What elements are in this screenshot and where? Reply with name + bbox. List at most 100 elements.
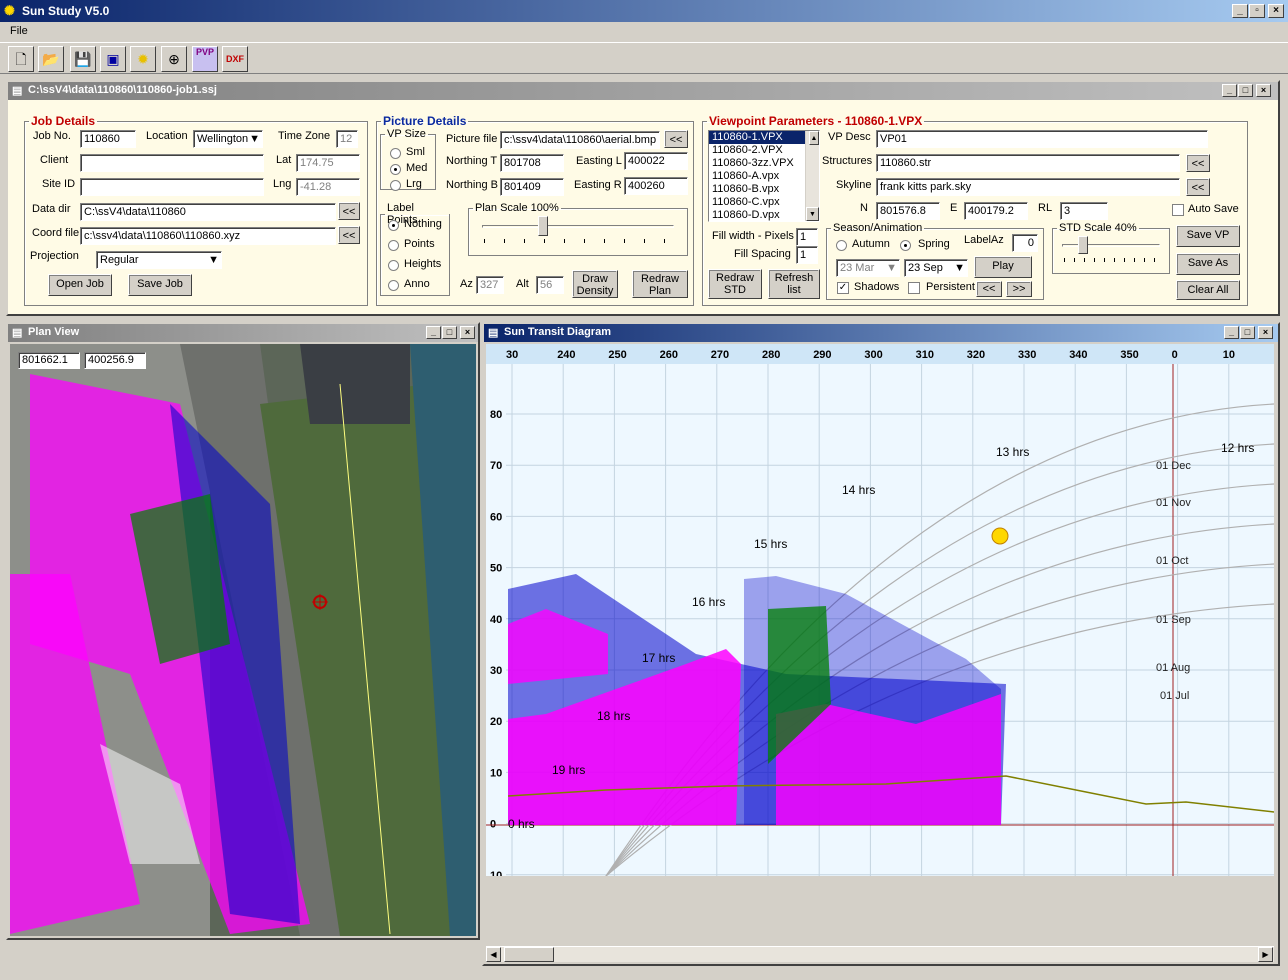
skyline-input[interactable]: frank kitts park.sky bbox=[876, 178, 1180, 196]
plan-close-button[interactable]: × bbox=[460, 326, 475, 339]
northing-t-input[interactable]: 801708 bbox=[500, 154, 564, 172]
projection-select[interactable]: Regular ▼ bbox=[96, 251, 222, 269]
label-points-radio[interactable] bbox=[388, 240, 399, 251]
plan-minimize-button[interactable]: _ bbox=[426, 326, 441, 339]
client-input[interactable] bbox=[80, 154, 264, 172]
skyline-browse-button[interactable]: << bbox=[1186, 178, 1210, 196]
play-button[interactable]: Play bbox=[974, 256, 1032, 278]
vp-size-sml-radio[interactable] bbox=[390, 148, 401, 159]
plan-maximize-button[interactable]: □ bbox=[442, 326, 457, 339]
label-nothing-radio[interactable] bbox=[388, 220, 399, 231]
redraw-std-button[interactable]: Redraw STD bbox=[708, 269, 762, 299]
vp-size-med-radio[interactable] bbox=[390, 164, 401, 175]
vpx-list-scrollbar[interactable]: ▲ ▼ bbox=[805, 131, 819, 221]
maximize-button[interactable]: ▫ bbox=[1249, 4, 1265, 18]
vpx-list-item[interactable]: 110860-B.vpx bbox=[709, 183, 819, 196]
autumn-radio[interactable] bbox=[836, 240, 847, 251]
fill-spacing-input[interactable]: 1 bbox=[796, 246, 818, 264]
dxf-icon[interactable]: DXF bbox=[222, 46, 248, 72]
sun-icon[interactable]: ✹ bbox=[130, 46, 156, 72]
label-anno-radio[interactable] bbox=[388, 280, 399, 291]
job-no-input[interactable]: 110860 bbox=[80, 130, 136, 148]
e-input[interactable]: 400179.2 bbox=[964, 202, 1028, 220]
date2-select[interactable]: 23 Sep ▼ bbox=[904, 259, 968, 277]
coord-file-input[interactable]: c:\ssv4\data\110860\110860.xyz bbox=[80, 227, 336, 245]
save-job-button[interactable]: Save Job bbox=[128, 274, 192, 296]
lat-input[interactable]: 174.75 bbox=[296, 154, 360, 172]
plan-scale-slider[interactable] bbox=[538, 216, 548, 236]
date1-select[interactable]: 23 Mar ▼ bbox=[836, 259, 900, 277]
vpx-file-list[interactable]: 110860-1.VPX 110860-2.VPX 110860-3zz.VPX… bbox=[708, 130, 820, 222]
transit-diagram[interactable]: 30 240 250 260 270 280 290 300 310 320 330 340 350 0 1… bbox=[486, 344, 1281, 882]
minimize-button[interactable]: _ bbox=[1232, 4, 1248, 18]
std-scale-slider[interactable] bbox=[1078, 236, 1088, 254]
transit-maximize-button[interactable]: □ bbox=[1240, 326, 1255, 339]
coord-file-browse-button[interactable]: << bbox=[338, 226, 360, 244]
refresh-list-button[interactable]: Refresh list bbox=[768, 269, 820, 299]
alt-input[interactable]: 56 bbox=[536, 276, 564, 294]
redraw-plan-button[interactable]: Redraw Plan bbox=[632, 270, 688, 298]
data-dir-input[interactable]: C:\ssV4\data\110860 bbox=[80, 203, 336, 221]
vpx-list-item[interactable]: 110860-3zz.VPX bbox=[709, 157, 819, 170]
scroll-right-icon[interactable]: ▶ bbox=[1258, 947, 1273, 962]
location-select[interactable]: Wellington ▼ bbox=[193, 130, 263, 148]
auto-save-checkbox[interactable] bbox=[1172, 204, 1184, 216]
az-input[interactable]: 327 bbox=[476, 276, 504, 294]
save-as-icon[interactable]: ▣ bbox=[100, 46, 126, 72]
vpx-list-item[interactable]: 110860-C.vpx bbox=[709, 196, 819, 209]
scroll-down-icon[interactable]: ▼ bbox=[806, 207, 819, 221]
clear-all-button[interactable]: Clear All bbox=[1176, 280, 1240, 300]
labelaz-input[interactable]: 0 bbox=[1012, 234, 1038, 252]
time-zone-label: Time Zone bbox=[278, 130, 331, 142]
vpx-list-item[interactable]: 110860-A.vpx bbox=[709, 170, 819, 183]
easting-r-input[interactable]: 400260 bbox=[624, 177, 688, 195]
northing-b-input[interactable]: 801409 bbox=[500, 178, 564, 196]
pvp-icon[interactable]: PVP bbox=[192, 46, 218, 72]
job-minimize-button[interactable]: _ bbox=[1222, 84, 1237, 97]
time-zone-input[interactable]: 12 bbox=[336, 130, 358, 148]
transit-minimize-button[interactable]: _ bbox=[1224, 326, 1239, 339]
new-file-icon[interactable]: 🗋 bbox=[8, 46, 34, 72]
rl-input[interactable]: 3 bbox=[1060, 202, 1108, 220]
vp-desc-input[interactable]: VP01 bbox=[876, 130, 1208, 148]
chevron-down-icon: ▼ bbox=[954, 262, 965, 274]
transit-hscrollbar[interactable]: ◀ ▶ bbox=[486, 946, 1274, 962]
prev-frame-button[interactable]: << bbox=[976, 281, 1002, 297]
location-label: Location bbox=[146, 130, 188, 142]
save-icon[interactable]: 💾 bbox=[70, 46, 96, 72]
open-job-button[interactable]: Open Job bbox=[48, 274, 112, 296]
easting-l-input[interactable]: 400022 bbox=[624, 152, 688, 170]
crosshair-icon[interactable]: ⊕ bbox=[161, 46, 187, 72]
vpx-list-item[interactable]: 110860-D.vpx bbox=[709, 209, 819, 222]
fill-width-input[interactable]: 1 bbox=[796, 228, 818, 246]
scroll-up-icon[interactable]: ▲ bbox=[809, 131, 819, 145]
save-as-button[interactable]: Save As bbox=[1176, 253, 1240, 275]
persistent-checkbox[interactable] bbox=[908, 282, 920, 294]
job-maximize-button[interactable]: □ bbox=[1238, 84, 1253, 97]
scroll-left-icon[interactable]: ◀ bbox=[486, 947, 501, 962]
transit-close-button[interactable]: × bbox=[1258, 326, 1273, 339]
structures-browse-button[interactable]: << bbox=[1186, 154, 1210, 172]
open-folder-icon[interactable]: 📂 bbox=[38, 46, 64, 72]
vp-size-lrg-radio[interactable] bbox=[390, 180, 401, 191]
scroll-thumb[interactable] bbox=[504, 947, 554, 962]
vpx-list-item[interactable]: 110860-2.VPX bbox=[709, 144, 819, 157]
label-heights-radio[interactable] bbox=[388, 260, 399, 271]
lng-input[interactable]: -41.28 bbox=[296, 178, 360, 196]
save-vp-button[interactable]: Save VP bbox=[1176, 225, 1240, 247]
n-input[interactable]: 801576.8 bbox=[876, 202, 940, 220]
vpx-list-item[interactable]: 110860-1.VPX bbox=[709, 131, 819, 144]
structures-input[interactable]: 110860.str bbox=[876, 154, 1180, 172]
data-dir-browse-button[interactable]: << bbox=[338, 202, 360, 220]
draw-density-button[interactable]: Draw Density bbox=[572, 270, 618, 298]
spring-radio[interactable] bbox=[900, 240, 911, 251]
site-id-input[interactable] bbox=[80, 178, 264, 196]
next-frame-button[interactable]: >> bbox=[1006, 281, 1032, 297]
picture-file-browse-button[interactable]: << bbox=[664, 130, 688, 148]
menu-file[interactable]: File bbox=[10, 25, 28, 37]
aerial-map[interactable]: 801662.1 400256.9 bbox=[10, 344, 476, 936]
job-close-button[interactable]: × bbox=[1256, 84, 1271, 97]
picture-file-input[interactable]: c:\ssv4\data\110860\aerial.bmp bbox=[500, 131, 660, 149]
close-button[interactable]: × bbox=[1268, 4, 1284, 18]
shadows-checkbox[interactable]: ✓ bbox=[837, 282, 849, 294]
